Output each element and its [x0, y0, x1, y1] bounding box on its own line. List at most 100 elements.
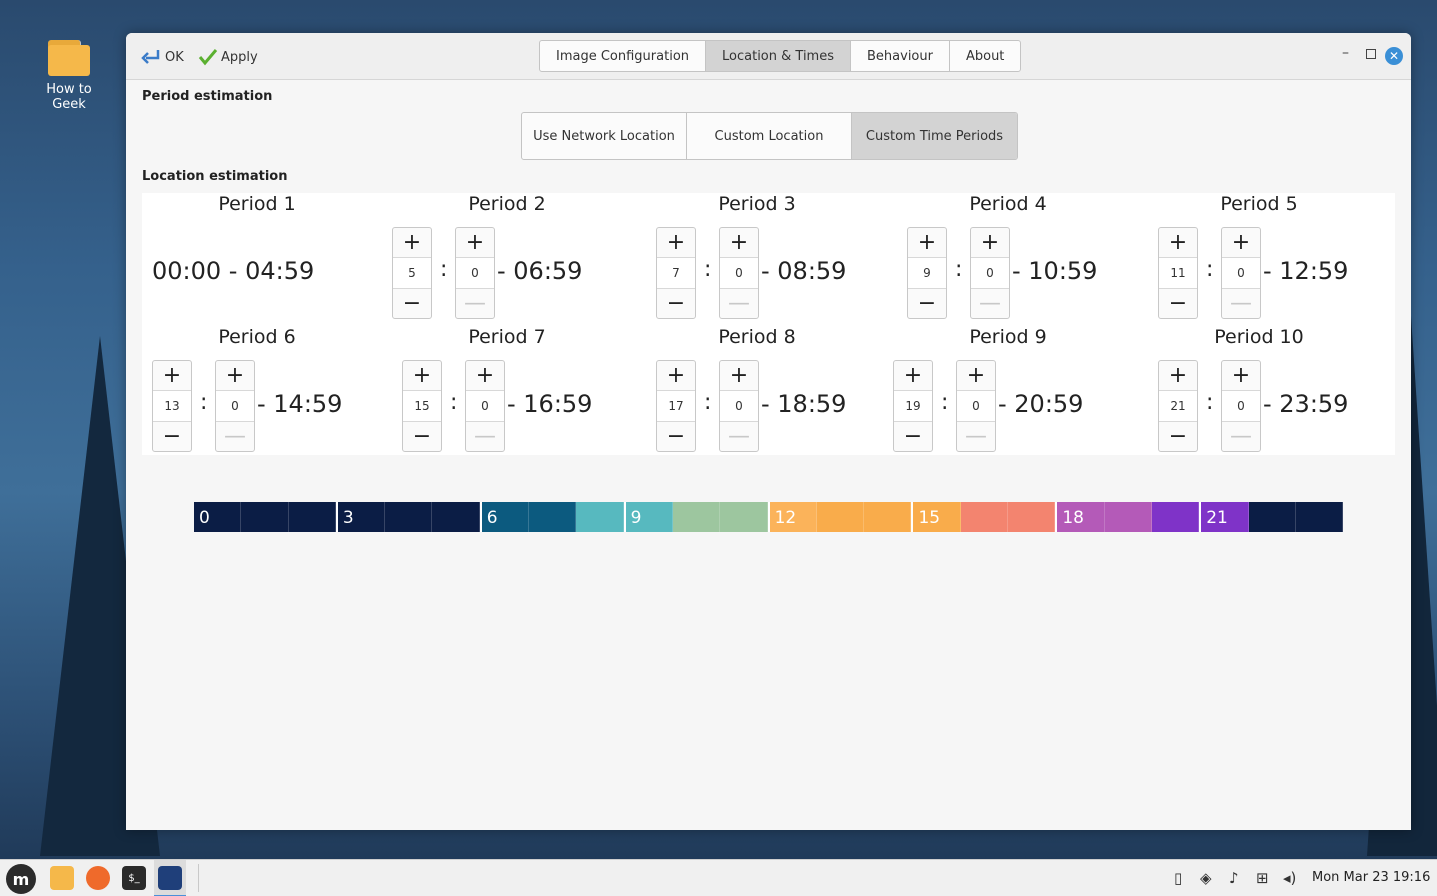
hour-increment-button[interactable]: +	[1159, 228, 1197, 258]
hour-value[interactable]: 19	[894, 391, 932, 421]
hour-decrement-button[interactable]: −	[1159, 288, 1197, 318]
minute-decrement-button[interactable]: —	[971, 288, 1009, 318]
minute-decrement-button[interactable]: —	[720, 421, 758, 451]
minute-value[interactable]: 0	[1222, 258, 1260, 288]
period-6: Period 6 +13−: +0— - 14:59	[142, 326, 392, 456]
hour-increment-button[interactable]: +	[1159, 361, 1197, 391]
minute-increment-button[interactable]: +	[456, 228, 494, 258]
bell-icon[interactable]: ♪	[1229, 869, 1239, 887]
minute-increment-button[interactable]: +	[720, 228, 758, 258]
tab-about[interactable]: About	[950, 41, 1020, 71]
hour-value[interactable]: 5	[393, 258, 431, 288]
tab-behaviour[interactable]: Behaviour	[851, 41, 950, 71]
minute-decrement-button[interactable]: —	[216, 421, 254, 451]
period-title: Period 6	[218, 326, 296, 348]
period-estimation-heading: Period estimation	[142, 89, 273, 104]
volume-icon[interactable]: ◂)	[1283, 869, 1296, 887]
minute-increment-button[interactable]: +	[1222, 361, 1260, 391]
minute-decrement-button[interactable]: —	[720, 288, 758, 318]
shield-icon[interactable]: ◈	[1200, 869, 1212, 887]
hour-decrement-button[interactable]: −	[403, 421, 441, 451]
minute-value[interactable]: 0	[216, 391, 254, 421]
hour-increment-button[interactable]: +	[657, 361, 695, 391]
period-9: Period 9 +19−: +0— - 20:59	[893, 326, 1143, 456]
minute-spinner: +0—	[956, 360, 996, 452]
minute-increment-button[interactable]: +	[720, 361, 758, 391]
timeline-hour-cell: 3	[335, 502, 386, 532]
timeline-hour-label: 3	[342, 508, 354, 528]
hour-value[interactable]: 15	[403, 391, 441, 421]
minute-increment-button[interactable]: +	[216, 361, 254, 391]
hour-value[interactable]: 21	[1159, 391, 1197, 421]
taskbar-clock[interactable]: Mon Mar 23 19:16	[1312, 870, 1430, 885]
minute-value[interactable]: 0	[720, 391, 758, 421]
minute-decrement-button[interactable]: —	[1222, 421, 1260, 451]
period-title: Period 8	[718, 326, 796, 348]
tab-location-times[interactable]: Location & Times	[706, 41, 851, 71]
hour-decrement-button[interactable]: −	[153, 421, 191, 451]
timeline-hour-cell	[529, 502, 577, 532]
hour-increment-button[interactable]: +	[657, 228, 695, 258]
hour-value[interactable]: 13	[153, 391, 191, 421]
time-separator: :	[704, 390, 712, 415]
maximize-icon[interactable]	[1366, 49, 1376, 59]
ok-button[interactable]: OK	[140, 45, 184, 69]
use-network-location-button[interactable]: Use Network Location	[522, 113, 687, 159]
minute-increment-button[interactable]: +	[466, 361, 504, 391]
minute-increment-button[interactable]: +	[957, 361, 995, 391]
minute-decrement-button[interactable]: —	[1222, 288, 1260, 318]
network-icon[interactable]: ⊞	[1256, 869, 1269, 887]
clipboard-icon[interactable]: ▯	[1174, 869, 1182, 887]
hour-value[interactable]: 9	[908, 258, 946, 288]
period-title: Period 5	[1220, 193, 1298, 215]
minute-decrement-button[interactable]: —	[466, 421, 504, 451]
hour-decrement-button[interactable]: −	[908, 288, 946, 318]
custom-location-button[interactable]: Custom Location	[687, 113, 852, 159]
desktop-folder[interactable]: How to Geek	[28, 40, 110, 112]
custom-time-periods-button[interactable]: Custom Time Periods	[852, 113, 1017, 159]
hour-decrement-button[interactable]: −	[1159, 421, 1197, 451]
hour-decrement-button[interactable]: −	[894, 421, 932, 451]
terminal-icon[interactable]: $_	[122, 866, 146, 890]
hour-increment-button[interactable]: +	[894, 361, 932, 391]
hour-decrement-button[interactable]: −	[393, 288, 431, 318]
hour-decrement-button[interactable]: −	[657, 288, 695, 318]
minute-spinner: +0—	[719, 360, 759, 452]
firefox-icon[interactable]	[86, 866, 110, 890]
desktop-folder-label: How to Geek	[46, 82, 92, 112]
hour-value[interactable]: 7	[657, 258, 695, 288]
minute-value[interactable]: 0	[971, 258, 1009, 288]
hour-increment-button[interactable]: +	[908, 228, 946, 258]
minute-spinner: +0—	[970, 227, 1010, 319]
tab-bar: Image Configuration Location & Times Beh…	[539, 40, 1022, 72]
hour-decrement-button[interactable]: −	[657, 421, 695, 451]
minute-increment-button[interactable]: +	[1222, 228, 1260, 258]
hour-increment-button[interactable]: +	[153, 361, 191, 391]
minimize-icon[interactable]: –	[1342, 45, 1349, 61]
minute-spinner: +0—	[1221, 227, 1261, 319]
period-end-time: - 10:59	[1012, 257, 1098, 285]
hour-value[interactable]: 17	[657, 391, 695, 421]
close-icon[interactable]: ✕	[1385, 47, 1403, 65]
apply-button[interactable]: Apply	[198, 45, 258, 69]
minute-decrement-button[interactable]: —	[456, 288, 494, 318]
day-timeline: 0 3 6 9 12 15 18 21	[194, 502, 1344, 532]
period-7: Period 7 +15−: +0— - 16:59	[392, 326, 642, 456]
minute-increment-button[interactable]: +	[971, 228, 1009, 258]
night-wallpaper-app-icon[interactable]	[158, 866, 182, 890]
minute-value[interactable]: 0	[456, 258, 494, 288]
mint-menu-icon[interactable]: m	[6, 864, 36, 894]
hour-increment-button[interactable]: +	[393, 228, 431, 258]
period-end-time: - 12:59	[1263, 257, 1349, 285]
minute-value[interactable]: 0	[1222, 391, 1260, 421]
hour-value[interactable]: 11	[1159, 258, 1197, 288]
minute-value[interactable]: 0	[720, 258, 758, 288]
files-icon[interactable]	[50, 866, 74, 890]
tab-image-configuration[interactable]: Image Configuration	[540, 41, 707, 71]
minute-value[interactable]: 0	[957, 391, 995, 421]
hour-increment-button[interactable]: +	[403, 361, 441, 391]
minute-decrement-button[interactable]: —	[957, 421, 995, 451]
period-1: Period 1 00:00 - 04:59	[142, 193, 392, 323]
minute-value[interactable]: 0	[466, 391, 504, 421]
titlebar: OK Apply Image Configuration Location & …	[126, 33, 1411, 80]
